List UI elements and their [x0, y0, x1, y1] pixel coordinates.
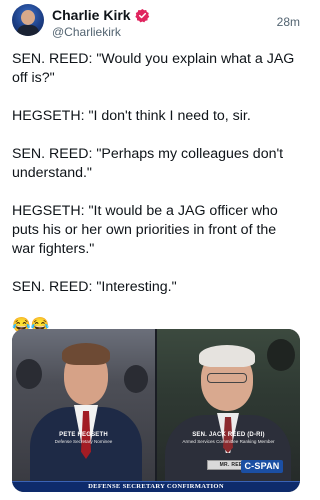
post-paragraph: HEGSETH: "It would be a JAG officer who … [12, 203, 278, 257]
author-display-name[interactable]: Charlie Kirk [52, 7, 131, 23]
background-person [267, 339, 295, 371]
verified-badge-icon [134, 8, 150, 23]
post-paragraph: SEN. REED: "Interesting." [12, 279, 177, 295]
post-body: SEN. REED: "Would you explain what a JAG… [12, 50, 302, 335]
post-paragraph: SEN. REED: "Perhaps my colleagues don't … [12, 146, 284, 181]
post-paragraph: SEN. REED: "Would you explain what a JAG… [12, 51, 295, 86]
post-paragraph: HEGSETH: "I don't think I need to, sir. [12, 108, 251, 124]
post-header: Charlie Kirk @Charliekirk 28m [12, 4, 300, 42]
post-timestamp[interactable]: 28m [277, 15, 300, 29]
right-panel-title: Armed Services Committee Ranking Member [182, 439, 275, 444]
broadcast-caption-bar: DEFENSE SECRETARY CONFIRMATION [12, 481, 300, 492]
cspan-logo: C-SPAN [241, 460, 283, 473]
author-avatar[interactable] [12, 4, 44, 36]
right-panel-name: SEN. JACK REED (D-RI) [192, 432, 265, 438]
right-lower-third: SEN. JACK REED (D-RI) Armed Services Com… [161, 432, 296, 445]
avatar-face [21, 10, 35, 25]
background-person [16, 359, 42, 389]
reed-hair [199, 345, 255, 367]
reed-video-panel: SEN. JACK REED (D-RI) Armed Services Com… [157, 329, 300, 481]
author-handle[interactable]: @Charliekirk [52, 25, 121, 39]
left-panel-name: PETE HEGSETH [59, 432, 108, 438]
reed-glasses [207, 373, 247, 383]
left-lower-third: PETE HEGSETH Defense Secretary Nominee [16, 432, 151, 445]
hegseth-video-panel: PETE HEGSETH Defense Secretary Nominee [12, 329, 155, 481]
name-row: Charlie Kirk [52, 7, 150, 23]
hegseth-hair [62, 343, 110, 365]
left-panel-title: Defense Secretary Nominee [54, 439, 113, 444]
post-media-video[interactable]: PETE HEGSETH Defense Secretary Nominee S… [12, 329, 300, 492]
background-person [124, 365, 148, 393]
avatar-body [17, 25, 39, 36]
